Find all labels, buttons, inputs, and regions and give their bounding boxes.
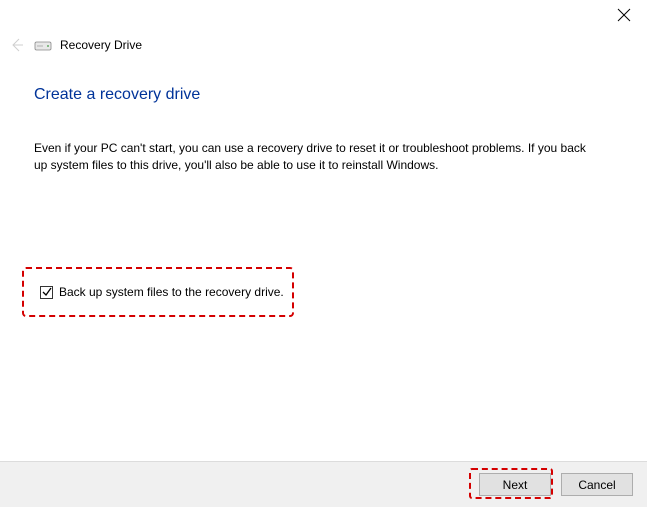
backup-checkbox[interactable] [40, 286, 53, 299]
window-title: Recovery Drive [60, 38, 142, 52]
close-icon [617, 8, 631, 22]
wizard-footer: Next Cancel [0, 461, 647, 507]
page-body-text: Even if your PC can't start, you can use… [34, 140, 594, 175]
backup-checkbox-highlight: Back up system files to the recovery dri… [22, 267, 294, 317]
recovery-drive-icon [34, 38, 52, 52]
titlebar [0, 0, 647, 24]
close-button[interactable] [617, 8, 633, 24]
back-arrow-icon [9, 37, 25, 53]
wizard-header: Recovery Drive [8, 36, 142, 54]
checkmark-icon [42, 287, 52, 297]
next-button[interactable]: Next [479, 473, 551, 496]
cancel-button[interactable]: Cancel [561, 473, 633, 496]
page-heading: Create a recovery drive [34, 86, 200, 104]
backup-checkbox-label: Back up system files to the recovery dri… [59, 285, 284, 299]
backup-checkbox-label-wrap[interactable]: Back up system files to the recovery dri… [40, 285, 284, 299]
back-button [8, 36, 26, 54]
